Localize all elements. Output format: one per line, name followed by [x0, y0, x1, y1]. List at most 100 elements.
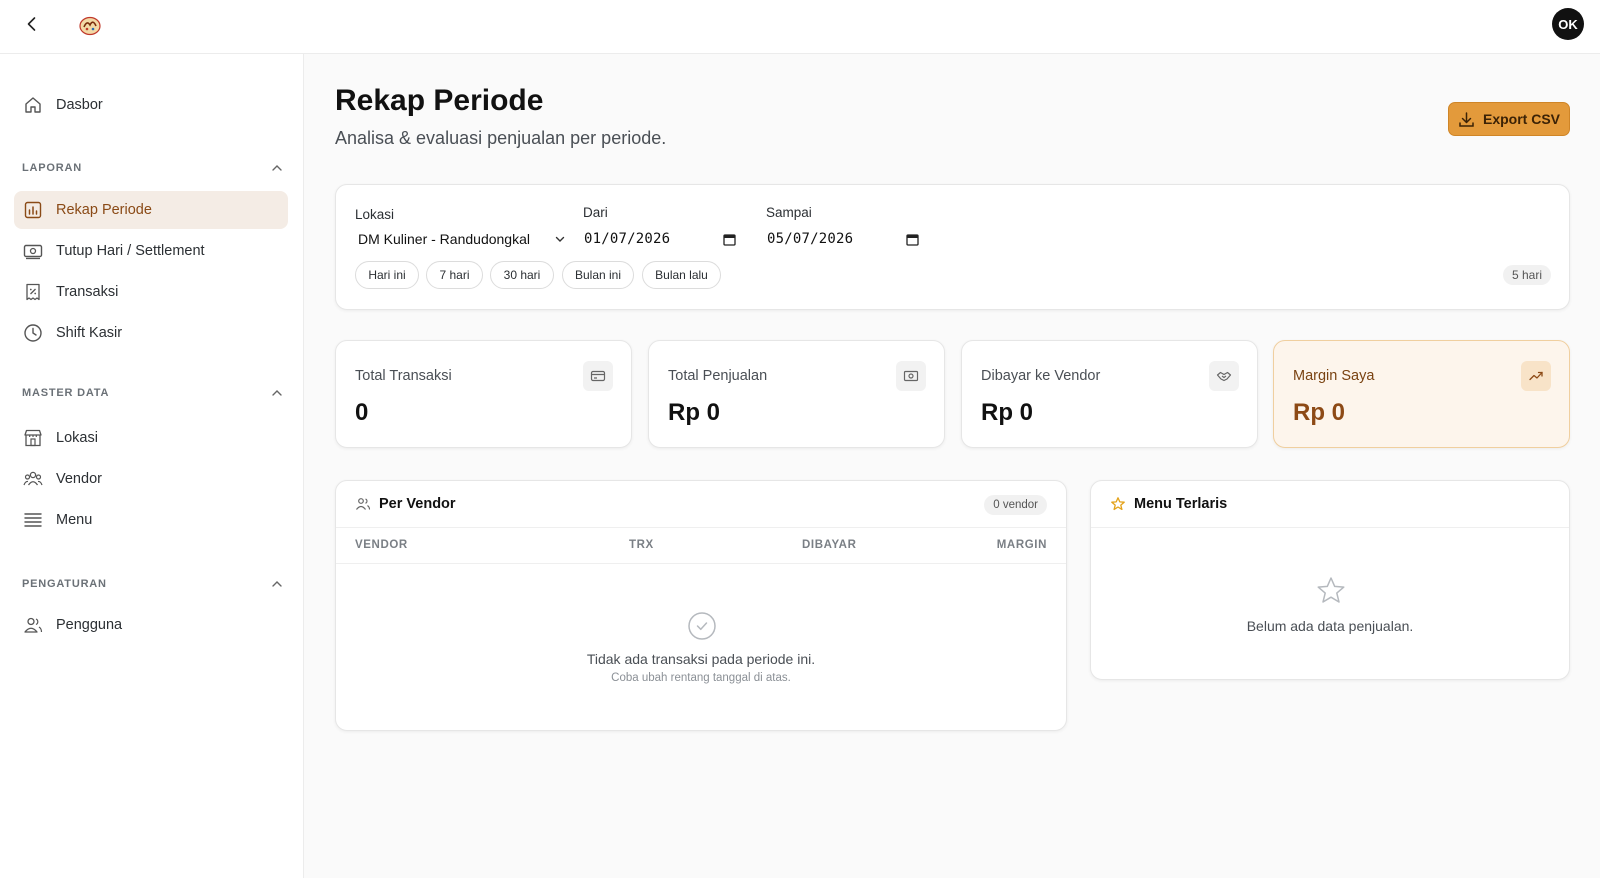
section-title: MASTER DATA: [22, 387, 110, 399]
download-icon: [1459, 111, 1474, 127]
to-date-value: 05/07/2026: [767, 231, 854, 247]
trend-up-icon: [1521, 361, 1551, 391]
chevron-up-icon[interactable]: [270, 577, 284, 591]
location-label: Lokasi: [355, 207, 395, 222]
list-icon: [22, 509, 44, 531]
user-avatar[interactable]: OK: [1552, 8, 1584, 40]
sidebar-item-shift-kasir[interactable]: Shift Kasir: [14, 314, 288, 352]
sidebar-item-label: Menu: [56, 512, 93, 528]
sidebar-item-label: Tutup Hari / Settlement: [56, 243, 205, 259]
calendar-icon[interactable]: [906, 233, 919, 246]
per-vendor-card: Per Vendor 0 vendor VENDOR TRX DIBAYAR M…: [335, 480, 1067, 731]
per-vendor-header: Per Vendor 0 vendor: [336, 481, 1066, 528]
from-date-input[interactable]: 01/07/2026: [584, 228, 736, 250]
brand-logo[interactable]: [78, 14, 102, 36]
sidebar-item-lokasi[interactable]: Lokasi: [14, 419, 288, 457]
per-vendor-title: Per Vendor: [379, 496, 456, 512]
chevron-up-icon[interactable]: [270, 161, 284, 175]
home-icon: [22, 94, 44, 116]
sidebar-item-rekap-periode[interactable]: Rekap Periode: [14, 191, 288, 229]
sidebar-item-menu[interactable]: Menu: [14, 501, 288, 539]
chevron-up-icon[interactable]: [270, 386, 284, 400]
vendor-table-header: VENDOR TRX DIBAYAR MARGIN: [336, 528, 1066, 564]
stat-label: Total Penjualan: [668, 368, 768, 384]
empty-state-hint: Coba ubah rentang tanggal di atas.: [611, 672, 791, 684]
stat-card-margin-saya: Margin Saya Rp 0: [1273, 340, 1570, 448]
menu-terlaris-title: Menu Terlaris: [1134, 496, 1228, 512]
preset-last-month-chip[interactable]: Bulan lalu: [642, 261, 721, 289]
section-header-master-data[interactable]: MASTER DATA: [22, 383, 284, 403]
check-circle-icon: [688, 612, 716, 640]
sidebar-item-label: Transaksi: [56, 284, 119, 300]
sidebar-item-transaksi[interactable]: Transaksi: [14, 273, 288, 311]
users-group-icon: [22, 468, 44, 490]
column-header-vendor[interactable]: VENDOR: [355, 539, 408, 551]
preset-30-days-chip[interactable]: 30 hari: [490, 261, 554, 289]
star-icon: [1111, 497, 1125, 511]
vendor-count-badge: 0 vendor: [984, 495, 1047, 515]
column-header-margin[interactable]: MARGIN: [997, 539, 1047, 551]
users-icon: [356, 498, 371, 510]
cash-icon: [22, 240, 44, 262]
sidebar-item-label: Lokasi: [56, 430, 98, 446]
calendar-icon[interactable]: [723, 233, 736, 246]
location-select[interactable]: DM Kuliner - Randudongkal: [354, 228, 566, 250]
stat-card-total-transaksi: Total Transaksi 0: [335, 340, 632, 448]
export-csv-button[interactable]: Export CSV: [1448, 102, 1570, 136]
sidebar: Dasbor LAPORAN Rekap Periode Tutup Hari …: [0, 54, 304, 878]
stat-value: Rp 0: [668, 399, 721, 426]
top-bar: OK: [0, 0, 1600, 54]
stat-card-dibayar-vendor: Dibayar ke Vendor Rp 0: [961, 340, 1258, 448]
days-count-badge: 5 hari: [1502, 265, 1551, 285]
stat-value: Rp 0: [1293, 399, 1346, 426]
sidebar-item-label: Pengguna: [56, 617, 123, 633]
preset-today-chip[interactable]: Hari ini: [355, 261, 419, 289]
handshake-icon: [1209, 361, 1239, 391]
store-icon: [22, 427, 44, 449]
star-outline-icon: [1317, 577, 1345, 603]
stat-card-total-penjualan: Total Penjualan Rp 0: [648, 340, 945, 448]
from-date-label: Dari: [583, 205, 608, 220]
clock-icon: [22, 322, 44, 344]
stat-label: Total Transaksi: [355, 368, 452, 384]
back-arrow-icon[interactable]: [20, 12, 44, 36]
bar-chart-icon: [22, 199, 44, 221]
section-title: PENGATURAN: [22, 578, 107, 590]
stat-label: Dibayar ke Vendor: [981, 368, 1101, 384]
card-icon: [583, 361, 613, 391]
to-date-input[interactable]: 05/07/2026: [767, 228, 919, 250]
sidebar-item-vendor[interactable]: Vendor: [14, 460, 288, 498]
sidebar-item-tutup-hari[interactable]: Tutup Hari / Settlement: [14, 232, 288, 270]
menu-terlaris-empty-text: Belum ada data penjualan.: [1246, 618, 1414, 634]
sidebar-item-label: Rekap Periode: [56, 202, 152, 218]
users-icon: [22, 614, 44, 636]
sidebar-item-label: Shift Kasir: [56, 325, 123, 341]
from-date-value: 01/07/2026: [584, 231, 671, 247]
section-title: LAPORAN: [22, 162, 82, 174]
menu-terlaris-header: Menu Terlaris: [1091, 481, 1569, 528]
column-header-trx[interactable]: TRX: [629, 539, 654, 551]
sidebar-item-label: Dasbor: [56, 97, 103, 113]
menu-terlaris-card: Menu Terlaris Belum ada data penjualan.: [1090, 480, 1570, 680]
section-header-pengaturan[interactable]: PENGATURAN: [22, 574, 284, 594]
sidebar-item-label: Vendor: [56, 471, 102, 487]
sidebar-item-pengguna[interactable]: Pengguna: [14, 606, 288, 644]
export-csv-label: Export CSV: [1482, 111, 1560, 127]
location-value: DM Kuliner - Randudongkal: [358, 231, 530, 247]
receipt-icon: [22, 281, 44, 303]
stat-label: Margin Saya: [1293, 368, 1375, 384]
empty-state-title: Tidak ada transaksi pada periode ini.: [586, 651, 816, 667]
stat-value: 0: [355, 399, 369, 426]
to-date-label: Sampai: [766, 205, 812, 220]
stat-value: Rp 0: [981, 399, 1034, 426]
section-header-laporan[interactable]: LAPORAN: [22, 158, 284, 178]
preset-7-days-chip[interactable]: 7 hari: [426, 261, 483, 289]
page-subtitle: Analisa & evaluasi penjualan per periode…: [335, 128, 667, 148]
preset-this-month-chip[interactable]: Bulan ini: [562, 261, 634, 289]
sidebar-item-dashboard[interactable]: Dasbor: [14, 86, 288, 124]
column-header-dibayar[interactable]: DIBAYAR: [802, 539, 856, 551]
cash-icon: [896, 361, 926, 391]
page-title: Rekap Periode: [335, 84, 544, 117]
filter-card: Lokasi DM Kuliner - Randudongkal Dari 01…: [335, 184, 1570, 310]
chevron-down-icon: [555, 236, 565, 242]
